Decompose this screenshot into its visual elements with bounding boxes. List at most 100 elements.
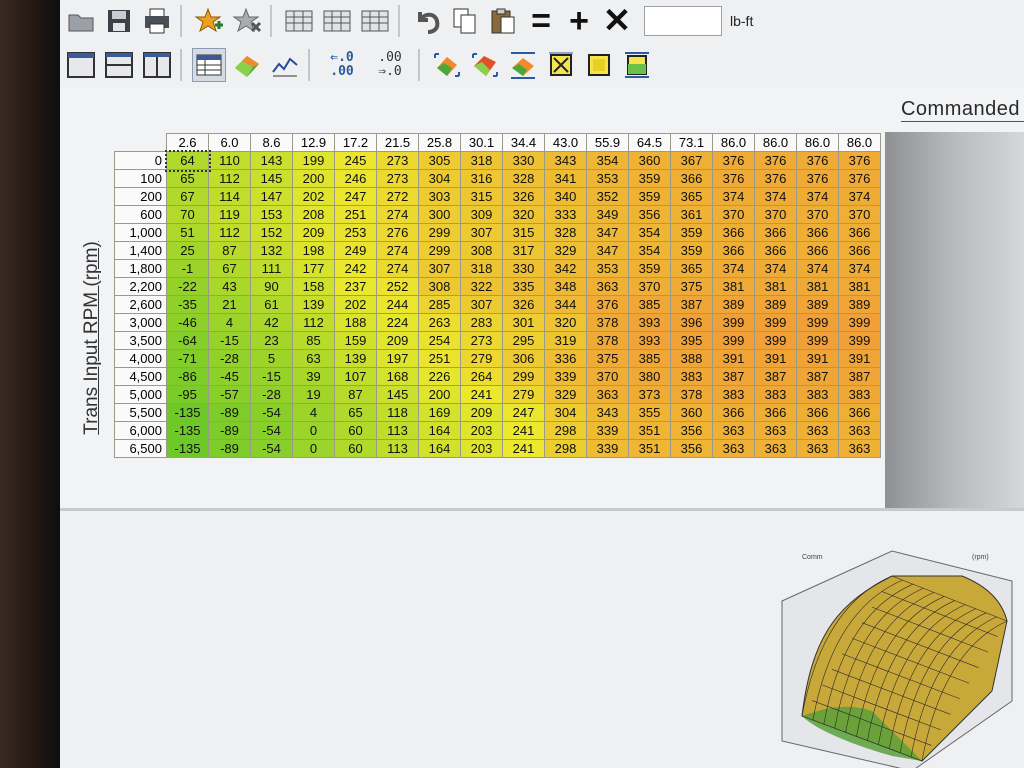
table-cell[interactable]: 249 [334, 241, 377, 260]
table-cell[interactable]: 307 [460, 223, 503, 242]
table-cell[interactable]: 376 [712, 169, 755, 188]
table-cell[interactable]: -135 [166, 439, 209, 458]
table-cell[interactable]: 381 [712, 277, 755, 296]
table-cell[interactable]: 64 [164, 149, 211, 172]
table-cell[interactable]: 370 [586, 367, 629, 386]
table-cell[interactable]: 354 [628, 223, 671, 242]
table-cell[interactable]: 139 [334, 349, 377, 368]
table-cell[interactable]: 42 [250, 313, 293, 332]
table-cell[interactable]: 360 [628, 151, 671, 170]
table-cell[interactable]: 224 [376, 313, 419, 332]
multiply-button[interactable]: ✕ [600, 4, 634, 38]
table-cell[interactable]: 328 [544, 223, 587, 242]
table-cell[interactable]: 198 [292, 241, 335, 260]
table-cell[interactable]: 110 [208, 151, 251, 170]
table-cell[interactable]: 347 [586, 223, 629, 242]
table-cell[interactable]: 399 [754, 331, 797, 350]
table-cell[interactable]: 330 [502, 259, 545, 278]
table-cell[interactable]: 303 [418, 187, 461, 206]
table-cell[interactable]: 373 [628, 385, 671, 404]
table-cell[interactable]: 376 [754, 169, 797, 188]
table-cell[interactable]: 0 [292, 421, 335, 440]
table-cell[interactable]: 19 [292, 385, 335, 404]
table-cell[interactable]: 90 [250, 277, 293, 296]
table-cell[interactable]: 67 [166, 187, 209, 206]
table-cell[interactable]: 366 [838, 241, 881, 260]
table-cell[interactable]: 399 [838, 331, 881, 350]
table-cell[interactable]: 197 [376, 349, 419, 368]
table-cell[interactable]: 4 [208, 313, 251, 332]
table-cell[interactable]: 366 [670, 169, 713, 188]
table-cell[interactable]: 295 [502, 331, 545, 350]
table-cell[interactable]: 285 [418, 295, 461, 314]
table-cell[interactable]: 341 [544, 169, 587, 188]
table-cell[interactable]: 67 [208, 259, 251, 278]
table-cell[interactable]: -86 [166, 367, 209, 386]
table-cell[interactable]: 374 [838, 259, 881, 278]
table-cell[interactable]: 389 [838, 295, 881, 314]
table-cell[interactable]: 203 [460, 421, 503, 440]
table-cell[interactable]: -95 [166, 385, 209, 404]
print-button[interactable] [140, 4, 174, 38]
table-cell[interactable]: 393 [628, 331, 671, 350]
table-cell[interactable]: 202 [334, 295, 377, 314]
add-button[interactable]: + [562, 4, 596, 38]
layout-split-vertical-button[interactable] [140, 48, 174, 82]
table-cell[interactable]: 306 [502, 349, 545, 368]
table-cell[interactable]: 60 [334, 421, 377, 440]
table-cell[interactable]: 399 [754, 313, 797, 332]
table-cell[interactable]: -15 [250, 367, 293, 386]
table-cell[interactable]: 111 [250, 259, 293, 278]
table-cell[interactable]: 244 [376, 295, 419, 314]
table-cell[interactable]: 209 [376, 331, 419, 350]
table-view-a-button[interactable] [282, 4, 316, 38]
table-cell[interactable]: 247 [334, 187, 377, 206]
table-cell[interactable]: 247 [502, 403, 545, 422]
table-cell[interactable]: 112 [208, 169, 251, 188]
table-cell[interactable]: 315 [460, 187, 503, 206]
table-cell[interactable]: 335 [502, 277, 545, 296]
table-cell[interactable]: 374 [796, 187, 839, 206]
table-view-c-button[interactable] [358, 4, 392, 38]
table-cell[interactable]: 389 [754, 295, 797, 314]
table-cell[interactable]: 366 [838, 223, 881, 242]
table-cell[interactable]: 352 [586, 187, 629, 206]
table-cell[interactable]: 143 [250, 151, 293, 170]
table-cell[interactable]: 383 [754, 385, 797, 404]
table-cell[interactable]: 359 [628, 187, 671, 206]
table-cell[interactable]: 274 [376, 205, 419, 224]
table-cell[interactable]: 359 [628, 259, 671, 278]
table-cell[interactable]: 353 [586, 259, 629, 278]
table-cell[interactable]: 376 [754, 151, 797, 170]
table-cell[interactable]: 366 [712, 241, 755, 260]
table-cell[interactable]: 61 [250, 295, 293, 314]
add-favorite-button[interactable] [192, 4, 226, 38]
table-cell[interactable]: -89 [208, 403, 251, 422]
3d-surface-graph[interactable]: Comm (rpm) [772, 541, 1022, 768]
table-cell[interactable]: 23 [250, 331, 293, 350]
table-cell[interactable]: 342 [544, 259, 587, 278]
open-folder-button[interactable] [64, 4, 98, 38]
surface-rotate-b-button[interactable] [468, 48, 502, 82]
table-cell[interactable]: -35 [166, 295, 209, 314]
table-cell[interactable]: 113 [376, 421, 419, 440]
table-cell[interactable]: 366 [796, 223, 839, 242]
table-cell[interactable]: 203 [460, 439, 503, 458]
table-cell[interactable]: 363 [712, 439, 755, 458]
table-cell[interactable]: 319 [544, 331, 587, 350]
table-cell[interactable]: -89 [208, 439, 251, 458]
table-cell[interactable]: 356 [670, 421, 713, 440]
table-cell[interactable]: 0 [292, 439, 335, 458]
table-cell[interactable]: 399 [712, 331, 755, 350]
table-cell[interactable]: 158 [292, 277, 335, 296]
table-cell[interactable]: 145 [376, 385, 419, 404]
table-cell[interactable]: 320 [502, 205, 545, 224]
table-cell[interactable]: 299 [418, 223, 461, 242]
table-cell[interactable]: 347 [586, 241, 629, 260]
table-cell[interactable]: 353 [586, 169, 629, 188]
table-cell[interactable]: 339 [586, 439, 629, 458]
table-cell[interactable]: -89 [208, 421, 251, 440]
table-cell[interactable]: 252 [376, 277, 419, 296]
table-cell[interactable]: 242 [334, 259, 377, 278]
table-cell[interactable]: 209 [460, 403, 503, 422]
